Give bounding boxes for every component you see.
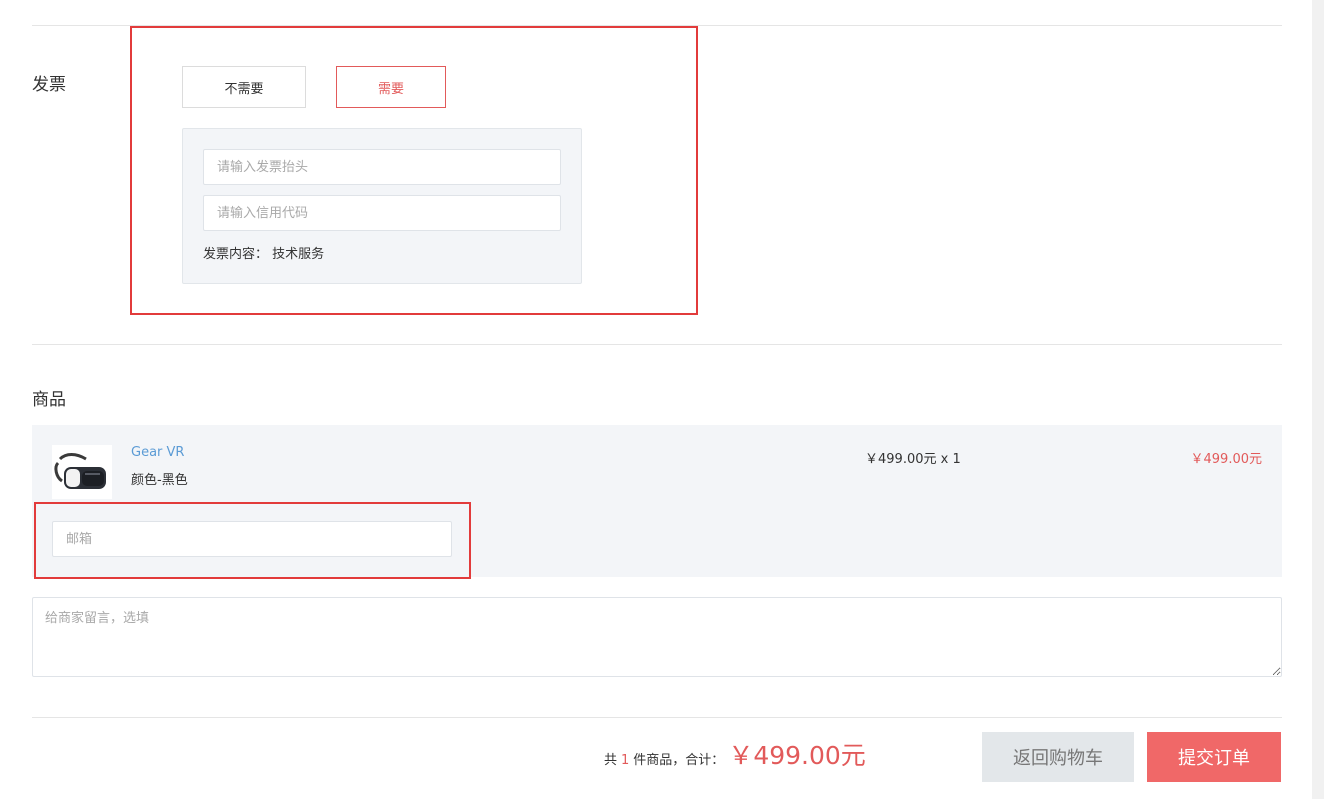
vr-headset-image[interactable] — [52, 445, 112, 499]
summary-item-count: 1 — [621, 753, 630, 768]
summary-prefix: 共 — [604, 753, 618, 768]
goods-section-title: 商品 — [32, 390, 66, 410]
invoice-needed-button[interactable]: 需要 — [336, 66, 446, 108]
invoice-not-needed-button[interactable]: 不需要 — [182, 66, 306, 108]
submit-order-button[interactable]: 提交订单 — [1147, 732, 1281, 782]
invoice-divider — [32, 344, 1282, 345]
goods-spec: 颜色-黑色 — [131, 473, 188, 488]
email-highlight-box — [34, 502, 471, 579]
invoice-content-label: 发票内容： — [203, 247, 269, 262]
invoice-content-row: 发票内容： 技术服务 — [203, 243, 324, 262]
goods-unit-price-qty: ￥499.00元 x 1 — [865, 452, 961, 467]
invoice-title-input[interactable] — [203, 149, 561, 185]
goods-subtotal: ￥499.00元 — [1190, 452, 1263, 467]
checkout-page: 发票 不需要 需要 发票内容： 技术服务 商品 Gear VR 颜色-黑色 ￥4… — [0, 0, 1324, 799]
summary-total-amount: ￥499.00元 — [728, 741, 866, 770]
scrollbar-track[interactable] — [1312, 0, 1324, 799]
credit-code-input[interactable] — [203, 195, 561, 231]
footer-divider — [32, 717, 1282, 718]
merchant-remark-textarea[interactable] — [32, 597, 1282, 677]
goods-name-link[interactable]: Gear VR — [131, 445, 184, 460]
invoice-content-value: 技术服务 — [272, 247, 325, 262]
vr-headset-icon — [54, 453, 106, 489]
invoice-section-title: 发票 — [32, 75, 66, 95]
invoice-form-panel: 发票内容： 技术服务 — [182, 128, 582, 284]
summary-suffix: 件商品，合计： — [633, 753, 725, 768]
order-summary: 共 1 件商品，合计： ￥499.00元 — [604, 736, 866, 776]
back-to-cart-button[interactable]: 返回购物车 — [982, 732, 1134, 782]
